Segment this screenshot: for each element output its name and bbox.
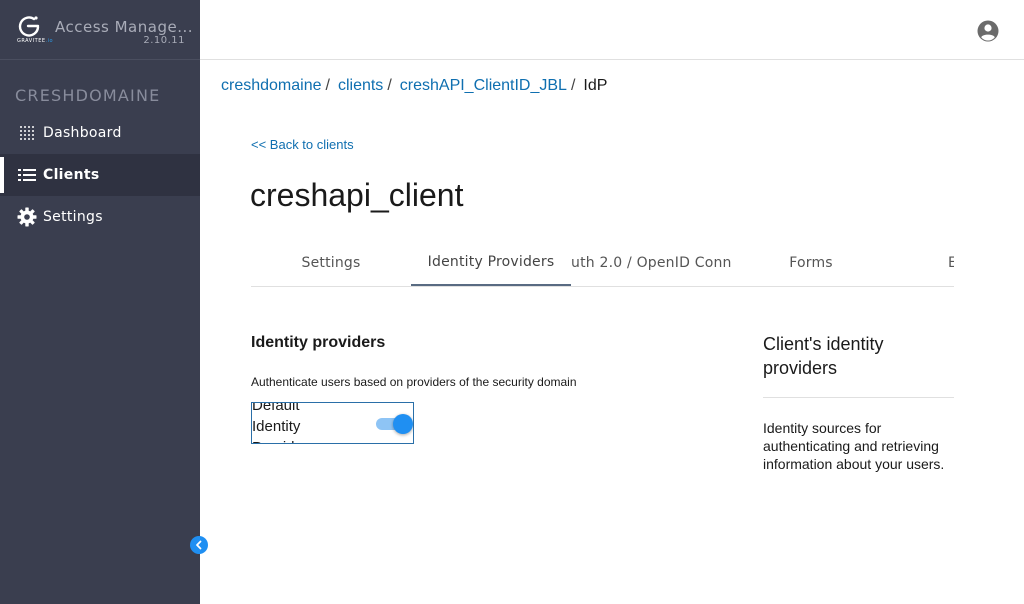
gravitee-logo-icon (18, 16, 40, 37)
identity-provider-card: Default Identity Provider (251, 402, 414, 444)
breadcrumb: creshdomaine / clients / creshAPI_Client… (221, 77, 607, 95)
breadcrumb-clients-link[interactable]: clients (338, 77, 383, 95)
sidebar: GRAVITEE.io Access Manage... 2.10.11 CRE… (0, 0, 200, 604)
sidebar-header: GRAVITEE.io Access Manage... 2.10.11 (0, 0, 200, 60)
page-title: creshapi_client (250, 177, 464, 213)
breadcrumb-current: IdP (583, 77, 608, 94)
client-tabs: Settings Identity Providers uth 2.0 / Op… (251, 240, 954, 287)
sidebar-item-dashboard[interactable]: Dashboard (0, 112, 200, 154)
account-circle-icon[interactable] (977, 20, 999, 42)
sidebar-item-label: Dashboard (43, 125, 122, 141)
breadcrumb-separator: / (387, 77, 392, 94)
aside-title: Client's identity providers (763, 334, 884, 378)
gear-icon (17, 207, 37, 227)
breadcrumb-separator: / (570, 77, 576, 94)
sidebar-collapse-button[interactable] (190, 536, 208, 554)
tab-settings[interactable]: Settings (251, 240, 411, 286)
tab-oauth-openid[interactable]: uth 2.0 / OpenID Conne (571, 240, 731, 286)
aside-divider (763, 397, 954, 398)
list-icon (17, 165, 37, 185)
identity-provider-name: Default Identity Provider (252, 402, 308, 443)
logo-text: GRAVITEE.io (17, 38, 54, 44)
sidebar-item-settings[interactable]: Settings (0, 196, 200, 238)
sidebar-item-label: Settings (43, 209, 103, 225)
breadcrumb-domain-link[interactable]: creshdomaine (221, 77, 322, 95)
top-bar (200, 0, 1024, 60)
aside-description: Identity sources for authenticating and … (763, 420, 945, 472)
breadcrumb-separator: / (325, 77, 330, 94)
sidebar-nav: Dashboard Clients Settings (0, 112, 200, 238)
tab-identity-providers[interactable]: Identity Providers (411, 240, 571, 286)
sidebar-item-label: Clients (43, 167, 100, 183)
gravitee-logo[interactable]: GRAVITEE.io (14, 14, 54, 48)
app-title: Access Manage... (55, 18, 194, 36)
tab-more[interactable]: E (891, 240, 954, 286)
app-version: 2.10.11 (143, 35, 185, 46)
toggle-thumb (393, 414, 413, 434)
breadcrumb-client-link[interactable]: creshAPI_ClientID_JBL (400, 77, 567, 95)
tab-forms[interactable]: Forms (731, 240, 891, 286)
chevron-left-icon (196, 540, 202, 550)
sidebar-item-clients[interactable]: Clients (0, 154, 200, 196)
section-title: Identity providers (251, 334, 386, 351)
domain-label: CRESHDOMAINE (15, 86, 161, 105)
section-description: Authenticate users based on providers of… (251, 375, 577, 389)
back-to-clients-link[interactable]: << Back to clients (251, 137, 354, 152)
identity-provider-toggle[interactable] (376, 413, 413, 435)
dashboard-grid-icon (17, 123, 37, 143)
